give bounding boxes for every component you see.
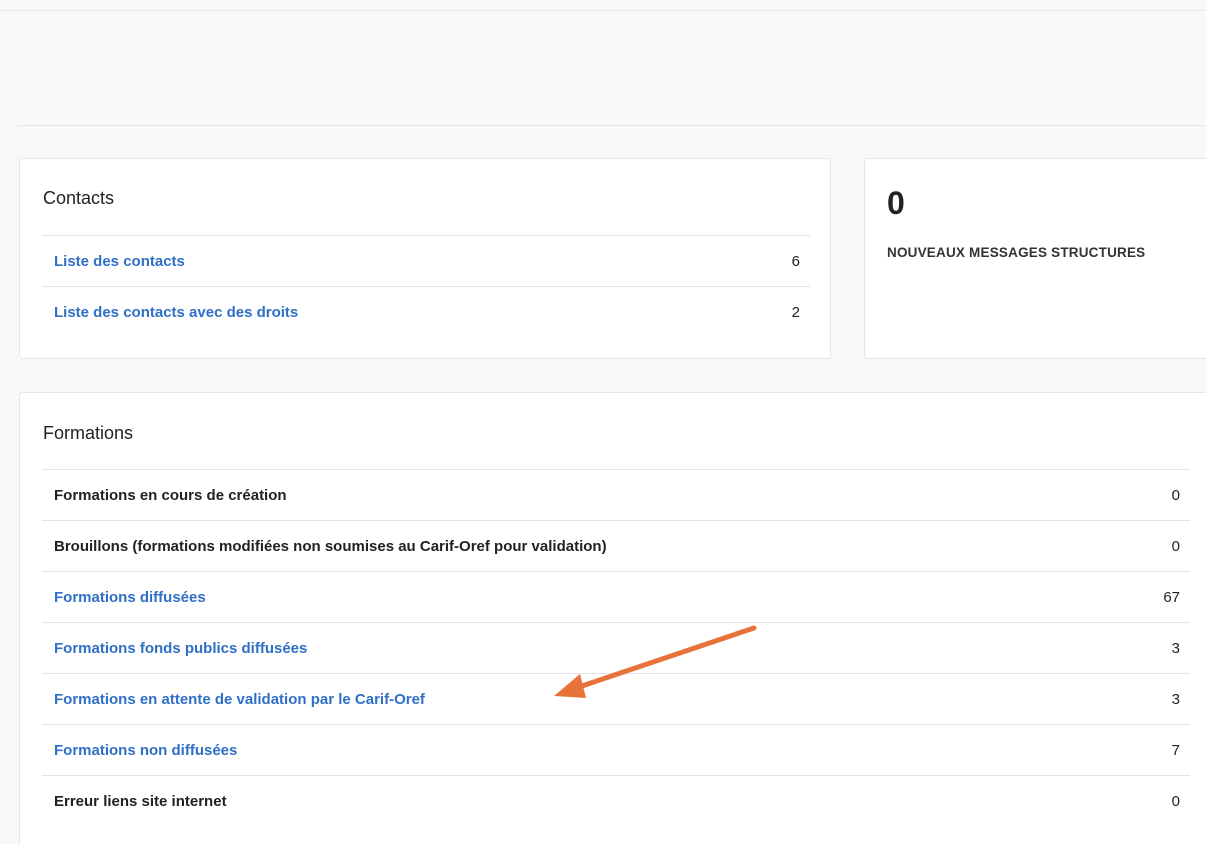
contacts-list-link[interactable]: Liste des contacts xyxy=(54,253,185,270)
formations-creation-count: 0 xyxy=(1171,486,1180,504)
top-divider xyxy=(0,10,1206,11)
formations-unpublished-link[interactable]: Formations non diffusées xyxy=(54,742,237,759)
contacts-list: Liste des contacts 6 Liste des contacts … xyxy=(42,235,810,337)
contacts-rights-count: 2 xyxy=(791,303,800,321)
contacts-row-rights[interactable]: Liste des contacts avec des droits 2 xyxy=(42,286,810,337)
formations-list: Formations en cours de création 0 Brouil… xyxy=(42,469,1190,826)
formations-creation-label: Formations en cours de création xyxy=(54,486,287,504)
formations-link-errors-label: Erreur liens site internet xyxy=(54,792,227,810)
formations-drafts-count: 0 xyxy=(1171,537,1180,555)
formations-published-count: 67 xyxy=(1163,588,1180,606)
messages-card[interactable]: 0 NOUVEAUX MESSAGES STRUCTURES xyxy=(864,158,1206,359)
header-divider xyxy=(18,125,1206,126)
formations-row-drafts: Brouillons (formations modifiées non sou… xyxy=(42,520,1190,571)
formations-pending-link[interactable]: Formations en attente de validation par … xyxy=(54,691,425,708)
formations-pending-count: 3 xyxy=(1171,690,1180,708)
formations-title: Formations xyxy=(43,423,134,443)
formations-row-published[interactable]: Formations diffusées 67 xyxy=(42,571,1190,622)
formations-card: Formations Formations en cours de créati… xyxy=(19,392,1206,844)
formations-row-public-funds[interactable]: Formations fonds publics diffusées 3 xyxy=(42,622,1190,673)
formations-row-pending[interactable]: Formations en attente de validation par … xyxy=(42,673,1190,724)
formations-drafts-label: Brouillons (formations modifiées non sou… xyxy=(54,537,607,555)
formations-unpublished-count: 7 xyxy=(1171,741,1180,759)
formations-row-link-errors: Erreur liens site internet 0 xyxy=(42,775,1190,826)
contacts-list-count: 6 xyxy=(791,252,800,270)
contacts-card: Contacts Liste des contacts 6 Liste des … xyxy=(19,158,831,359)
formations-link-errors-count: 0 xyxy=(1171,792,1180,810)
formations-public-funds-count: 3 xyxy=(1171,639,1180,657)
contacts-row-list[interactable]: Liste des contacts 6 xyxy=(42,235,810,286)
contacts-title: Contacts xyxy=(43,188,115,208)
contacts-rights-link[interactable]: Liste des contacts avec des droits xyxy=(54,304,298,321)
dashboard-page: Contacts Liste des contacts 6 Liste des … xyxy=(0,0,1206,844)
formations-row-creation: Formations en cours de création 0 xyxy=(42,469,1190,520)
new-messages-label: NOUVEAUX MESSAGES STRUCTURES xyxy=(887,245,1146,260)
formations-row-unpublished[interactable]: Formations non diffusées 7 xyxy=(42,724,1190,775)
formations-public-funds-link[interactable]: Formations fonds publics diffusées xyxy=(54,640,307,657)
new-messages-count: 0 xyxy=(887,185,905,221)
formations-published-link[interactable]: Formations diffusées xyxy=(54,589,206,606)
